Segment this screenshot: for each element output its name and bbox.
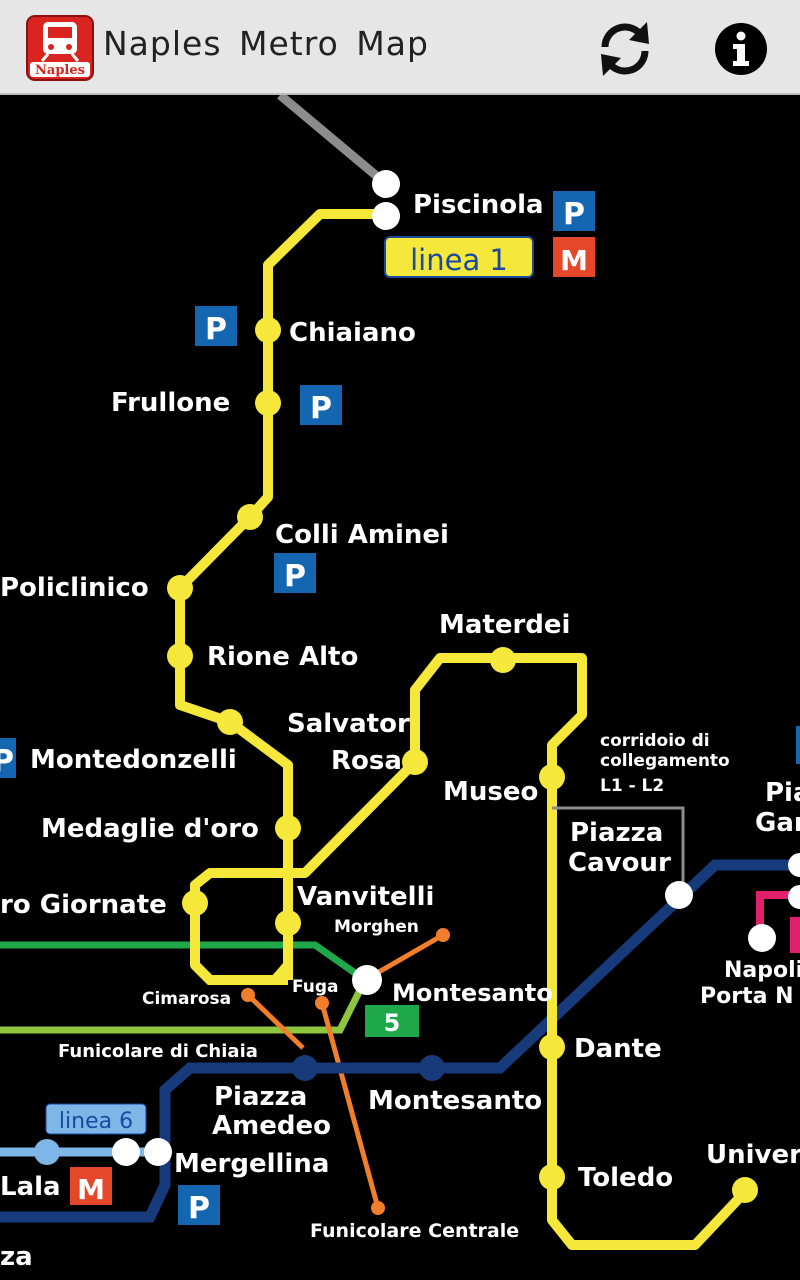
metro-map[interactable]: linea 1 linea 6 5 M M P P P P P P Piscin… — [0, 95, 800, 1280]
label-za[interactable]: za — [0, 1242, 33, 1272]
metro-icon: M — [560, 244, 588, 277]
dot-piscinola[interactable] — [372, 202, 400, 230]
svg-text:P: P — [284, 559, 306, 594]
line-pink-end — [790, 917, 800, 953]
parking-icon — [796, 726, 800, 764]
dot-montedonzelli[interactable] — [217, 709, 243, 735]
svg-text:P: P — [205, 312, 227, 347]
info-icon[interactable] — [712, 20, 770, 78]
metro-logo-lala: M — [70, 1167, 112, 1206]
line5-badge-label: 5 — [384, 1009, 401, 1037]
note-corridoio: corridoio di — [600, 731, 710, 751]
funi-station-fuga — [315, 996, 329, 1010]
funi-station-morghen — [436, 928, 450, 942]
svg-text:P: P — [563, 197, 585, 232]
label-cavour[interactable]: Cavour — [568, 848, 671, 878]
app-icon-label: Naples — [35, 63, 85, 78]
parking-icon: P — [300, 385, 342, 426]
label-mergellina[interactable]: Mergellina — [174, 1149, 329, 1179]
dot-materdei[interactable] — [490, 647, 516, 673]
label-universita[interactable]: Univer — [706, 1140, 800, 1170]
parking-icon: P — [274, 553, 316, 594]
svg-text:P: P — [0, 744, 14, 779]
label-napoli[interactable]: Napoli — [724, 958, 800, 983]
label-lala[interactable]: Lala — [0, 1172, 61, 1202]
dot-universita[interactable] — [732, 1177, 758, 1203]
label-piscinola[interactable]: Piscinola — [413, 190, 544, 220]
app-bar: Naples Naples Metro Map — [0, 0, 800, 95]
dot-salvator-rosa[interactable] — [402, 749, 428, 775]
dot-chiaiano[interactable] — [255, 317, 281, 343]
label-fuga[interactable]: Fuga — [292, 977, 339, 997]
funi-station-cimarosa — [241, 988, 255, 1002]
refresh-icon[interactable] — [596, 20, 654, 78]
parking-icon: P — [195, 306, 237, 347]
dot-mergellina-2[interactable] — [144, 1138, 172, 1166]
dot-museo[interactable] — [539, 764, 565, 790]
label-toledo[interactable]: Toledo — [578, 1163, 673, 1193]
dot-policlinico[interactable] — [167, 575, 193, 601]
dot-piazza-cavour[interactable] — [665, 881, 693, 909]
linea6-badge-label: linea 6 — [59, 1109, 133, 1134]
metro-icon: M — [77, 1173, 105, 1206]
label-piazza-amedeo-1[interactable]: Piazza — [214, 1082, 307, 1112]
label-quattro-giornate[interactable]: ro Giornate — [0, 890, 167, 920]
label-piazza-garibaldi-2[interactable]: Gar — [755, 808, 800, 838]
dot-lala[interactable] — [34, 1139, 60, 1165]
label-dante[interactable]: Dante — [574, 1034, 662, 1064]
label-morghen[interactable]: Morghen — [334, 917, 419, 937]
label-museo[interactable]: Museo — [443, 777, 538, 807]
naples-metro-icon: Naples — [26, 15, 94, 81]
label-piazza-amedeo-2[interactable]: Amedeo — [212, 1111, 331, 1141]
dot-piscinola-top[interactable] — [372, 170, 400, 198]
parking-icon: P — [0, 738, 16, 779]
dot-dante[interactable] — [539, 1034, 565, 1060]
label-porta-nolana[interactable]: Porta N — [700, 984, 794, 1009]
dot-mergellina-1[interactable] — [112, 1138, 140, 1166]
label-piazza[interactable]: Piazza — [570, 818, 663, 848]
dot-vanvitelli[interactable] — [275, 910, 301, 936]
dot-colli-aminei[interactable] — [237, 504, 263, 530]
label-funicolare-chiaia[interactable]: Funicolare di Chiaia — [58, 1041, 258, 1062]
parking-icon: P — [553, 191, 595, 232]
dot-montesanto-interchange[interactable] — [352, 965, 382, 995]
label-piazza-garibaldi-1[interactable]: Pia — [765, 778, 800, 808]
dot-quattro-giornate[interactable] — [182, 890, 208, 916]
dot-toledo[interactable] — [539, 1164, 565, 1190]
label-colli-aminei[interactable]: Colli Aminei — [275, 520, 449, 550]
dot-medaglie[interactable] — [275, 815, 301, 841]
label-funicolare-centrale[interactable]: Funicolare Centrale — [310, 1220, 519, 1242]
dot-napoli-porta-nolana[interactable] — [748, 924, 776, 952]
label-cimarosa[interactable]: Cimarosa — [142, 989, 231, 1009]
label-salvator[interactable]: Salvator — [287, 709, 410, 739]
note-collegamento: collegamento — [600, 751, 730, 771]
linea1-badge-label: linea 1 — [410, 243, 508, 277]
label-policlinico[interactable]: Policlinico — [0, 573, 149, 603]
label-montedonzelli[interactable]: Montedonzelli — [30, 745, 237, 775]
label-montesanto-l2[interactable]: Montesanto — [368, 1086, 542, 1116]
svg-text:P: P — [188, 1191, 210, 1226]
metro-logo-piscinola: M — [553, 237, 595, 277]
app-title: Naples Metro Map — [103, 24, 429, 63]
dot-rione-alto[interactable] — [167, 643, 193, 669]
note-l1-l2: L1 - L2 — [600, 776, 664, 796]
label-vanvitelli[interactable]: Vanvitelli — [297, 882, 434, 912]
funi-station-centrale — [371, 1201, 385, 1215]
label-rosa[interactable]: Rosa — [331, 746, 402, 776]
label-chiaiano[interactable]: Chiaiano — [289, 318, 416, 348]
dot-montesanto-l2[interactable] — [419, 1055, 445, 1081]
label-montesanto-funicular[interactable]: Montesanto — [392, 979, 553, 1007]
parking-icon: P — [178, 1185, 220, 1226]
label-rione-alto[interactable]: Rione Alto — [207, 642, 358, 672]
label-materdei[interactable]: Materdei — [439, 610, 570, 640]
label-frullone[interactable]: Frullone — [111, 388, 230, 418]
dot-piazza-amedeo[interactable] — [292, 1055, 318, 1081]
dot-frullone[interactable] — [255, 390, 281, 416]
label-medaglie-doro[interactable]: Medaglie d'oro — [41, 814, 259, 844]
svg-text:P: P — [310, 391, 332, 426]
